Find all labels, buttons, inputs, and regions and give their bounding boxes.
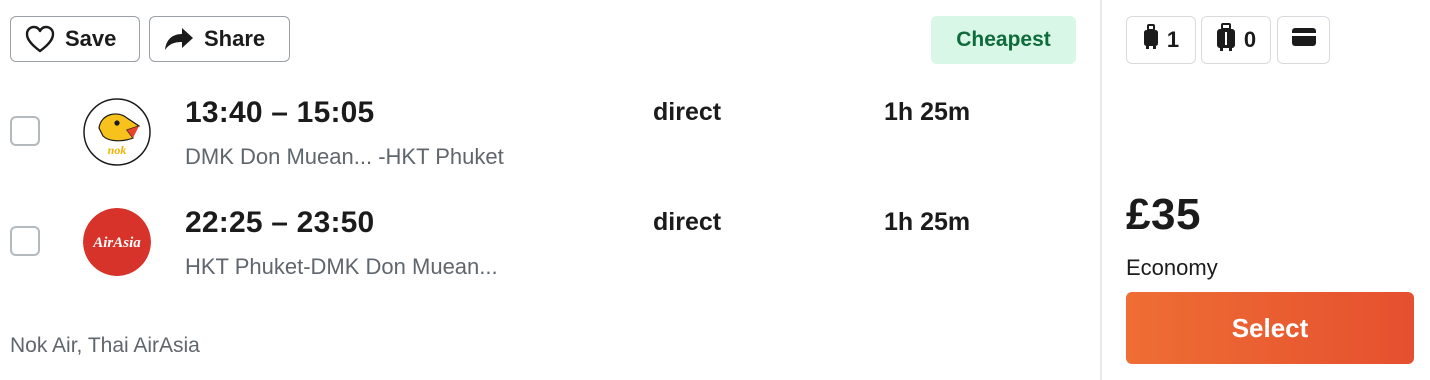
outbound-route: DMK Don Muean... -HKT Phuket	[185, 144, 504, 169]
flight-row-return: AirAsia 22:25 – 23:50 HKT Phuket-DMK Don…	[0, 200, 1100, 300]
return-route: HKT Phuket-DMK Don Muean...	[185, 254, 498, 279]
share-label: Share	[204, 26, 266, 51]
card-icon	[1291, 27, 1317, 53]
svg-text:nok: nok	[108, 143, 127, 157]
nok-air-logo: nok	[83, 98, 151, 166]
fare-panel: 1 0 £35 Economy Select	[1102, 0, 1430, 380]
return-times: 22:25 – 23:50	[185, 206, 375, 239]
outbound-times: 13:40 – 15:05	[185, 96, 375, 129]
airlines-list: Nok Air, Thai AirAsia	[10, 334, 200, 357]
select-button[interactable]: Select	[1126, 292, 1414, 364]
cheapest-badge: Cheapest	[931, 16, 1076, 64]
cabin-bag-count: 1	[1166, 27, 1180, 52]
airasia-logo: AirAsia	[83, 208, 151, 276]
svg-text:AirAsia: AirAsia	[92, 235, 141, 251]
cabin-bag-icon	[1143, 24, 1159, 56]
outbound-checkbox[interactable]	[10, 116, 40, 146]
share-button[interactable]: Share	[149, 16, 290, 62]
checked-bag-indicator[interactable]: 0	[1201, 16, 1271, 64]
save-button[interactable]: Save	[10, 16, 140, 62]
return-stops: direct	[653, 208, 722, 236]
outbound-duration: 1h 25m	[884, 98, 971, 126]
cabin-bag-indicator[interactable]: 1	[1126, 16, 1196, 64]
payment-indicator[interactable]	[1277, 16, 1330, 64]
share-arrow-icon	[164, 26, 194, 52]
checked-bag-icon	[1216, 23, 1236, 57]
outbound-stops: direct	[653, 98, 722, 126]
flight-row-outbound: nok 13:40 – 15:05 DMK Don Muean... -HKT …	[0, 90, 1100, 190]
heart-icon	[25, 25, 55, 53]
fare-price: £35	[1126, 190, 1201, 239]
return-checkbox[interactable]	[10, 226, 40, 256]
fare-cabin-class: Economy	[1126, 255, 1218, 280]
save-label: Save	[65, 26, 117, 51]
return-duration: 1h 25m	[884, 208, 971, 236]
checked-bag-count: 0	[1243, 27, 1257, 52]
flight-card-details: Save Share Cheapest nok 13:40 – 15:05 DM…	[0, 0, 1100, 380]
